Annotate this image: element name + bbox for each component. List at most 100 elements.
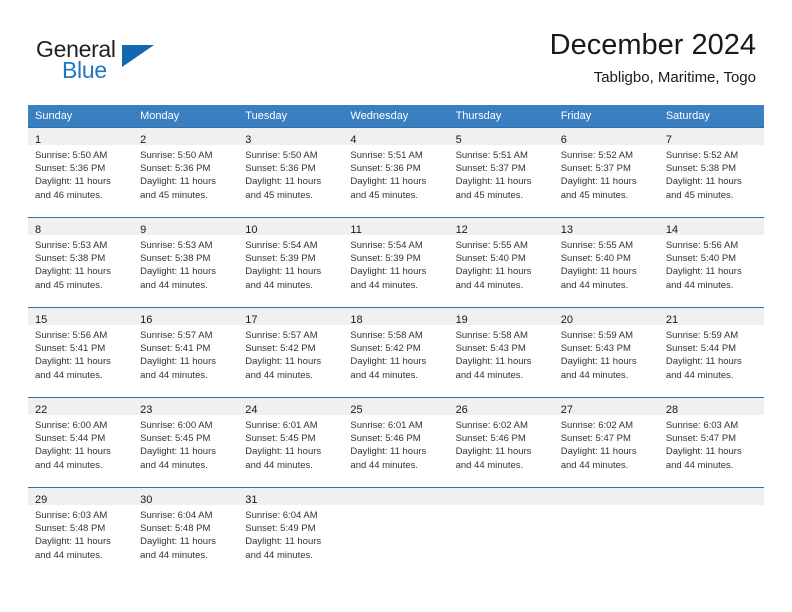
day-number-band: 16 bbox=[133, 308, 239, 326]
day-details: Sunrise: 5:53 AM Sunset: 5:38 PM Dayligh… bbox=[133, 235, 238, 292]
sunset-text: Sunset: 5:40 PM bbox=[455, 253, 526, 265]
day-cell[interactable]: 21 Sunrise: 5:59 AM Sunset: 5:44 PM Dayl… bbox=[658, 307, 764, 398]
day-cell[interactable]: 24 Sunrise: 6:01 AM Sunset: 5:45 PM Dayl… bbox=[238, 397, 344, 488]
day-cell[interactable]: 5 Sunrise: 5:51 AM Sunset: 5:37 PM Dayli… bbox=[448, 127, 554, 218]
daylight-text-line1: Daylight: 11 hours bbox=[560, 176, 637, 188]
weekday-header-wednesday: Wednesday bbox=[343, 105, 449, 128]
day-cell[interactable]: 3 Sunrise: 5:50 AM Sunset: 5:36 PM Dayli… bbox=[238, 127, 344, 218]
day-number: 24 bbox=[245, 404, 258, 416]
daylight-text-line1: Daylight: 11 hours bbox=[245, 446, 322, 458]
day-cell[interactable]: 7 Sunrise: 5:52 AM Sunset: 5:38 PM Dayli… bbox=[658, 127, 764, 218]
day-cell[interactable]: 25 Sunrise: 6:01 AM Sunset: 5:46 PM Dayl… bbox=[343, 397, 449, 488]
daylight-text-line1: Daylight: 11 hours bbox=[665, 356, 742, 368]
day-details: Sunrise: 5:50 AM Sunset: 5:36 PM Dayligh… bbox=[238, 145, 343, 202]
day-cell[interactable]: 28 Sunrise: 6:03 AM Sunset: 5:47 PM Dayl… bbox=[658, 397, 764, 488]
day-number: 9 bbox=[140, 224, 147, 236]
day-details: Sunrise: 5:58 AM Sunset: 5:42 PM Dayligh… bbox=[343, 325, 448, 382]
day-cell[interactable]: 18 Sunrise: 5:58 AM Sunset: 5:42 PM Dayl… bbox=[343, 307, 449, 398]
day-cell[interactable]: 13 Sunrise: 5:55 AM Sunset: 5:40 PM Dayl… bbox=[553, 217, 659, 308]
day-cell[interactable]: 27 Sunrise: 6:02 AM Sunset: 5:47 PM Dayl… bbox=[553, 397, 659, 488]
day-details: Sunrise: 5:53 AM Sunset: 5:38 PM Dayligh… bbox=[28, 235, 133, 292]
day-number: 21 bbox=[665, 314, 679, 326]
day-cell[interactable]: 29 Sunrise: 6:03 AM Sunset: 5:48 PM Dayl… bbox=[28, 487, 134, 577]
day-number-band: 2 bbox=[133, 128, 239, 146]
sunset-text: Sunset: 5:46 PM bbox=[350, 433, 421, 445]
sunrise-sunset-calendar-table: Sunday Monday Tuesday Wednesday Thursday… bbox=[28, 105, 764, 577]
day-number-band bbox=[448, 488, 554, 505]
daylight-text-line2: and 44 minutes. bbox=[245, 459, 313, 471]
day-cell[interactable]: 6 Sunrise: 5:52 AM Sunset: 5:37 PM Dayli… bbox=[553, 127, 659, 218]
sunset-text: Sunset: 5:37 PM bbox=[455, 163, 526, 175]
day-cell[interactable]: 26 Sunrise: 6:02 AM Sunset: 5:46 PM Dayl… bbox=[448, 397, 554, 488]
day-cell[interactable]: 30 Sunrise: 6:04 AM Sunset: 5:48 PM Dayl… bbox=[133, 487, 239, 577]
daylight-text-line2: and 44 minutes. bbox=[140, 279, 208, 291]
day-cell[interactable]: 14 Sunrise: 5:56 AM Sunset: 5:40 PM Dayl… bbox=[658, 217, 764, 308]
day-cell[interactable]: 15 Sunrise: 5:56 AM Sunset: 5:41 PM Dayl… bbox=[28, 307, 134, 398]
daylight-text-line1: Daylight: 11 hours bbox=[245, 536, 322, 548]
daylight-text-line1: Daylight: 11 hours bbox=[665, 266, 742, 278]
day-details: Sunrise: 6:00 AM Sunset: 5:45 PM Dayligh… bbox=[133, 415, 238, 472]
daylight-text-line2: and 44 minutes. bbox=[140, 369, 208, 381]
sunrise-text: Sunrise: 6:01 AM bbox=[245, 420, 318, 431]
day-number: 4 bbox=[350, 134, 357, 146]
day-number: 11 bbox=[350, 224, 362, 236]
day-cell[interactable]: 23 Sunrise: 6:00 AM Sunset: 5:45 PM Dayl… bbox=[133, 397, 239, 488]
day-cell[interactable]: 16 Sunrise: 5:57 AM Sunset: 5:41 PM Dayl… bbox=[133, 307, 239, 398]
day-cell-empty bbox=[658, 487, 764, 577]
daylight-text-line2: and 45 minutes. bbox=[140, 189, 208, 201]
daylight-text-line2: and 44 minutes. bbox=[665, 279, 734, 291]
weekday-header-sunday: Sunday bbox=[28, 105, 134, 128]
daylight-text-line2: and 44 minutes. bbox=[350, 369, 419, 381]
daylight-text-line2: and 44 minutes. bbox=[35, 369, 103, 381]
day-number: 8 bbox=[35, 224, 42, 236]
day-number: 7 bbox=[665, 134, 672, 146]
day-number-band: 19 bbox=[448, 308, 554, 326]
day-number-band: 15 bbox=[28, 308, 134, 326]
daylight-text-line1: Daylight: 11 hours bbox=[560, 356, 637, 368]
day-details: Sunrise: 5:59 AM Sunset: 5:44 PM Dayligh… bbox=[659, 325, 764, 382]
daylight-text-line2: and 44 minutes. bbox=[350, 459, 419, 471]
daylight-text-line2: and 45 minutes. bbox=[665, 189, 734, 201]
weekday-header-row: Sunday Monday Tuesday Wednesday Thursday… bbox=[28, 105, 764, 128]
day-details: Sunrise: 5:56 AM Sunset: 5:40 PM Dayligh… bbox=[659, 235, 764, 292]
day-cell[interactable]: 2 Sunrise: 5:50 AM Sunset: 5:36 PM Dayli… bbox=[133, 127, 239, 218]
day-details: Sunrise: 5:51 AM Sunset: 5:37 PM Dayligh… bbox=[449, 145, 554, 202]
calendar-header-row: Sunday Monday Tuesday Wednesday Thursday… bbox=[28, 105, 764, 128]
daylight-text-line1: Daylight: 11 hours bbox=[665, 446, 742, 458]
day-cell[interactable]: 8 Sunrise: 5:53 AM Sunset: 5:38 PM Dayli… bbox=[28, 217, 134, 308]
sunset-text: Sunset: 5:41 PM bbox=[35, 343, 106, 355]
day-cell[interactable]: 22 Sunrise: 6:00 AM Sunset: 5:44 PM Dayl… bbox=[28, 397, 134, 488]
sunset-text: Sunset: 5:42 PM bbox=[350, 343, 421, 355]
sunset-text: Sunset: 5:46 PM bbox=[455, 433, 526, 445]
daylight-text-line1: Daylight: 11 hours bbox=[350, 356, 427, 368]
general-blue-logo[interactable]: General Blue bbox=[36, 36, 276, 88]
day-cell[interactable]: 17 Sunrise: 5:57 AM Sunset: 5:42 PM Dayl… bbox=[238, 307, 344, 398]
sunset-text: Sunset: 5:44 PM bbox=[35, 433, 106, 445]
day-cell[interactable]: 31 Sunrise: 6:04 AM Sunset: 5:49 PM Dayl… bbox=[238, 487, 344, 577]
sunset-text: Sunset: 5:39 PM bbox=[350, 253, 421, 265]
day-number-band: 25 bbox=[343, 398, 449, 416]
day-number-band bbox=[343, 488, 449, 505]
day-cell[interactable]: 20 Sunrise: 5:59 AM Sunset: 5:43 PM Dayl… bbox=[553, 307, 659, 398]
day-number-band: 17 bbox=[238, 308, 344, 326]
calendar-week-row: 15 Sunrise: 5:56 AM Sunset: 5:41 PM Dayl… bbox=[28, 307, 764, 398]
day-cell[interactable]: 11 Sunrise: 5:54 AM Sunset: 5:39 PM Dayl… bbox=[343, 217, 449, 308]
calendar-week-row: 22 Sunrise: 6:00 AM Sunset: 5:44 PM Dayl… bbox=[28, 397, 764, 488]
day-cell[interactable]: 10 Sunrise: 5:54 AM Sunset: 5:39 PM Dayl… bbox=[238, 217, 344, 308]
daylight-text-line1: Daylight: 11 hours bbox=[35, 176, 111, 188]
day-number: 29 bbox=[35, 494, 48, 506]
sunset-text: Sunset: 5:38 PM bbox=[665, 163, 737, 175]
day-cell[interactable]: 12 Sunrise: 5:55 AM Sunset: 5:40 PM Dayl… bbox=[448, 217, 554, 308]
day-cell[interactable]: 19 Sunrise: 5:58 AM Sunset: 5:43 PM Dayl… bbox=[448, 307, 554, 398]
sunrise-text: Sunrise: 5:50 AM bbox=[140, 150, 213, 161]
day-cell[interactable]: 9 Sunrise: 5:53 AM Sunset: 5:38 PM Dayli… bbox=[133, 217, 239, 308]
day-details: Sunrise: 6:02 AM Sunset: 5:47 PM Dayligh… bbox=[554, 415, 659, 472]
sunrise-text: Sunrise: 5:59 AM bbox=[665, 330, 739, 341]
sunrise-text: Sunrise: 5:52 AM bbox=[665, 150, 739, 161]
page-subtitle-location: Tabligbo, Maritime, Togo bbox=[593, 69, 756, 86]
sunset-text: Sunset: 5:47 PM bbox=[665, 433, 737, 445]
day-details: Sunrise: 5:59 AM Sunset: 5:43 PM Dayligh… bbox=[554, 325, 659, 382]
day-details: Sunrise: 6:03 AM Sunset: 5:48 PM Dayligh… bbox=[28, 505, 133, 562]
day-cell[interactable]: 1 Sunrise: 5:50 AM Sunset: 5:36 PM Dayli… bbox=[28, 127, 134, 218]
day-cell[interactable]: 4 Sunrise: 5:51 AM Sunset: 5:36 PM Dayli… bbox=[343, 127, 449, 218]
